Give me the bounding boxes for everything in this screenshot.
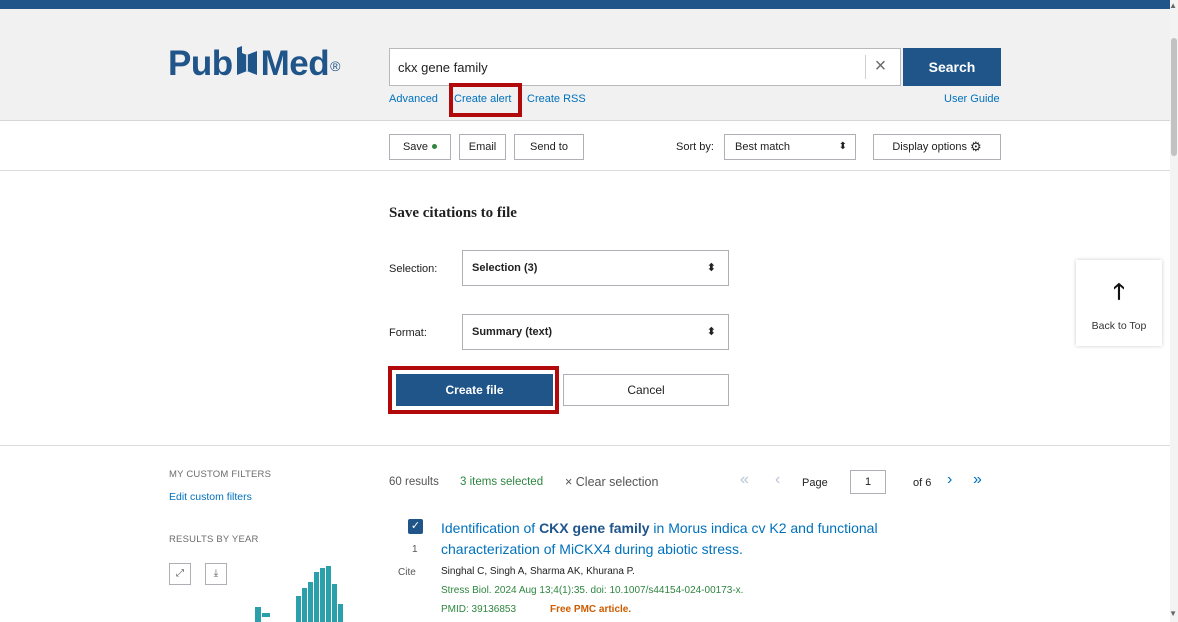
histogram-bar: [314, 572, 319, 622]
page-label: Page: [802, 477, 828, 489]
results-by-year-heading: RESULTS BY YEAR: [169, 534, 259, 545]
back-to-top-label: Back to Top: [1091, 320, 1147, 332]
user-guide-link[interactable]: User Guide: [944, 93, 1000, 105]
selection-value: Selection (3): [472, 262, 538, 274]
histogram-bar: [255, 607, 261, 622]
my-custom-filters-heading: MY CUSTOM FILTERS: [169, 469, 272, 480]
article-authors: Singhal C, Singh A, Sharma AK, Khurana P…: [441, 566, 635, 577]
gear-icon: ⚙: [970, 139, 982, 154]
save-label: Save: [402, 141, 429, 153]
article-title-prefix: Identification of: [441, 520, 540, 536]
items-selected: 3 items selected: [460, 476, 544, 488]
registered-mark: ®: [330, 58, 340, 74]
histogram-bar: [308, 582, 313, 622]
sort-by-label: Sort by:: [676, 141, 714, 153]
email-button[interactable]: Email: [459, 134, 506, 160]
status-dot-icon: [432, 144, 438, 149]
display-options-label: Display options: [892, 141, 967, 153]
clear-icon[interactable]: ×: [865, 55, 895, 79]
sort-arrows-icon: ⬍: [706, 262, 716, 274]
edit-custom-filters-link[interactable]: Edit custom filters: [169, 491, 252, 503]
page-of-label: of 6: [913, 477, 932, 489]
clear-selection-button[interactable]: × Clear selection: [565, 475, 658, 489]
back-to-top-button[interactable]: 🡑 Back to Top: [1076, 260, 1162, 346]
article-citation: Stress Biol. 2024 Aug 13;4(1):35. doi: 1…: [441, 585, 744, 596]
book-icon: [234, 45, 260, 77]
expand-icon[interactable]: ⤢: [169, 563, 191, 585]
histogram-bar: [326, 566, 331, 622]
histogram-bar: [296, 596, 301, 622]
checkbox-checked-icon[interactable]: ✓: [408, 519, 423, 534]
results-count: 60 results: [389, 476, 439, 488]
histogram-bar: [332, 584, 337, 622]
cancel-button[interactable]: Cancel: [563, 374, 729, 406]
scroll-up-icon[interactable]: ▲: [1169, 2, 1177, 10]
first-page-icon[interactable]: «: [740, 471, 749, 489]
article-title-link[interactable]: Identification of CKX gene family in Mor…: [441, 518, 961, 560]
search-input[interactable]: [398, 49, 858, 85]
page-number-input[interactable]: 1: [850, 470, 886, 494]
divider: [0, 170, 1170, 171]
sort-by-select[interactable]: Best match ⬍: [724, 134, 856, 160]
selection-label: Selection:: [389, 263, 438, 275]
histogram-bar: [320, 568, 325, 622]
next-page-icon[interactable]: ›: [947, 471, 952, 489]
article-title-highlight: CKX gene family: [539, 520, 650, 536]
prev-page-icon[interactable]: ‹: [775, 471, 780, 489]
highlight-box-create-file: [388, 366, 559, 414]
histogram-bar: [262, 613, 270, 617]
pubmed-logo[interactable]: Pub Med®: [168, 44, 340, 84]
logo-text-pub: Pub: [168, 44, 233, 83]
arrow-up-icon: 🡑: [1113, 279, 1125, 304]
article-pmid: PMID: 39136853: [441, 604, 517, 615]
download-icon[interactable]: ⤓: [205, 563, 227, 585]
free-pmc-badge[interactable]: Free PMC article.: [550, 604, 631, 615]
scroll-down-icon[interactable]: ▼: [1169, 610, 1177, 618]
cite-button[interactable]: Cite: [398, 567, 416, 578]
scrollbar[interactable]: ▲ ▼: [1169, 0, 1178, 622]
advanced-link[interactable]: Advanced: [389, 93, 438, 105]
last-page-icon[interactable]: »: [973, 471, 982, 489]
sort-arrows-icon: ⬍: [838, 141, 847, 152]
create-rss-link[interactable]: Create RSS: [527, 93, 586, 105]
logo-text-med: Med: [260, 44, 330, 83]
display-options-button[interactable]: Display options ⚙: [873, 134, 1001, 160]
article-number: 1: [412, 544, 418, 555]
sort-arrows-icon: ⬍: [706, 326, 716, 338]
top-banner-bar: [0, 0, 1170, 9]
format-value: Summary (text): [472, 326, 553, 338]
search-button[interactable]: Search: [903, 48, 1001, 86]
selection-select[interactable]: Selection (3) ⬍: [462, 250, 729, 286]
send-to-button[interactable]: Send to: [514, 134, 584, 160]
sort-by-value: Best match: [735, 141, 791, 153]
save-button[interactable]: Save: [389, 134, 451, 160]
format-select[interactable]: Summary (text) ⬍: [462, 314, 729, 350]
format-label: Format:: [389, 327, 427, 339]
histogram-bar: [302, 588, 307, 622]
scrollbar-thumb[interactable]: [1171, 38, 1177, 156]
histogram-bar: [338, 604, 343, 622]
search-box: ×: [389, 48, 901, 86]
highlight-box-create-alert: [449, 83, 522, 117]
save-panel-title: Save citations to file: [389, 205, 517, 221]
divider: [0, 445, 1170, 446]
